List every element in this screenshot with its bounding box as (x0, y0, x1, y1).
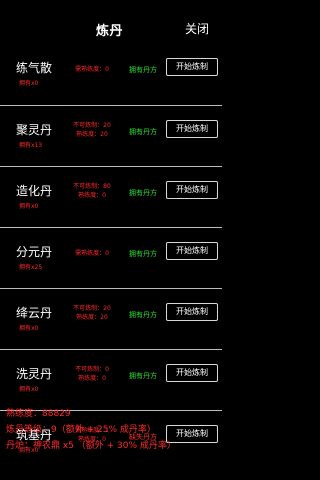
owned-count: 拥有x25 (19, 264, 43, 271)
owned-count: 拥有x0 (19, 325, 39, 332)
requirement-line: 不可炼制：20 (73, 305, 111, 312)
page-title: 炼丹 (96, 24, 124, 39)
start-refine-button[interactable]: 开始炼制 (166, 242, 218, 260)
start-refine-button[interactable]: 开始炼制 (166, 58, 218, 76)
owned-count: 拥有x0 (19, 80, 39, 87)
recipe-status: 拥有丹方 (129, 250, 157, 258)
start-refine-button[interactable]: 开始炼制 (166, 181, 218, 199)
close-button[interactable]: 关闭 (185, 20, 209, 37)
requirement-line: 不可炼制：0 (75, 366, 109, 373)
recipe-status: 拥有丹方 (129, 372, 157, 380)
recipe-status: 拥有丹方 (129, 66, 157, 74)
furnace-text: 丹炉：神农鼎 x5 （额外 + 30% 成丹率） (6, 441, 176, 451)
requirement-line: 熟练度：20 (76, 131, 108, 138)
requirement-line: 熟练度：0 (78, 192, 106, 199)
start-refine-button[interactable]: 开始炼制 (166, 303, 218, 321)
alchemy-level-text: 炼丹等级：9（额外 + 25% 成丹率） (6, 425, 156, 435)
recipe-status: 拥有丹方 (129, 311, 157, 319)
recipe-row: 分元丹拥有x25 需熟练度：0 拥有丹方 开始炼制 (0, 227, 222, 288)
requirement-text: 不可炼制：0 熟练度：0 (62, 365, 122, 383)
pill-name: 绛云丹 (16, 306, 53, 320)
pill-name: 造化丹 (16, 184, 53, 198)
requirement-line: 熟练度：20 (76, 314, 108, 321)
requirement-line: 熟练度：0 (78, 375, 106, 382)
requirement-line: 不可炼制：20 (73, 122, 111, 129)
recipe-row: 聚灵丹拥有x13 不可炼制：20 熟练度：20 拥有丹方 开始炼制 (0, 105, 222, 166)
recipe-row: 造化丹拥有x0 不可炼制：80 熟练度：0 拥有丹方 开始炼制 (0, 166, 222, 227)
requirement-text: 需熟练度：0 (62, 65, 122, 74)
pill-name: 洗灵丹 (16, 367, 53, 381)
recipe-row: 绛云丹拥有x0 不可炼制：20 熟练度：20 拥有丹方 开始炼制 (0, 288, 222, 349)
requirement-text: 不可炼制：20 熟练度：20 (62, 121, 122, 139)
recipe-status: 拥有丹方 (129, 189, 157, 197)
requirement-text: 不可炼制：80 熟练度：0 (62, 182, 122, 200)
owned-count: 拥有x0 (19, 386, 39, 393)
owned-count: 拥有x13 (19, 142, 43, 149)
requirement-text: 不可炼制：20 熟练度：20 (62, 304, 122, 322)
owned-count: 拥有x0 (19, 203, 39, 210)
requirement-text: 需熟练度：0 (62, 249, 122, 258)
recipe-status: 拥有丹方 (129, 128, 157, 136)
proficiency-text: 熟练度：88829 (6, 409, 71, 419)
pill-name: 分元丹 (16, 245, 53, 259)
requirement-line: 需熟练度：0 (75, 250, 109, 257)
recipe-row: 练气散拥有x0 需熟练度：0 拥有丹方 开始炼制 (0, 44, 222, 105)
start-refine-button[interactable]: 开始炼制 (166, 120, 218, 138)
pill-name: 练气散 (16, 61, 53, 75)
start-refine-button[interactable]: 开始炼制 (166, 364, 218, 382)
recipe-row: 洗灵丹拥有x0 不可炼制：0 熟练度：0 拥有丹方 开始炼制 (0, 349, 222, 410)
requirement-line: 不可炼制：80 (73, 183, 111, 190)
footer-info: 熟练度：88829 炼丹等级：9（额外 + 25% 成丹率） 丹炉：神农鼎 x5… (6, 406, 218, 454)
requirement-line: 需熟练度：0 (75, 66, 109, 73)
pill-name: 聚灵丹 (16, 123, 53, 137)
